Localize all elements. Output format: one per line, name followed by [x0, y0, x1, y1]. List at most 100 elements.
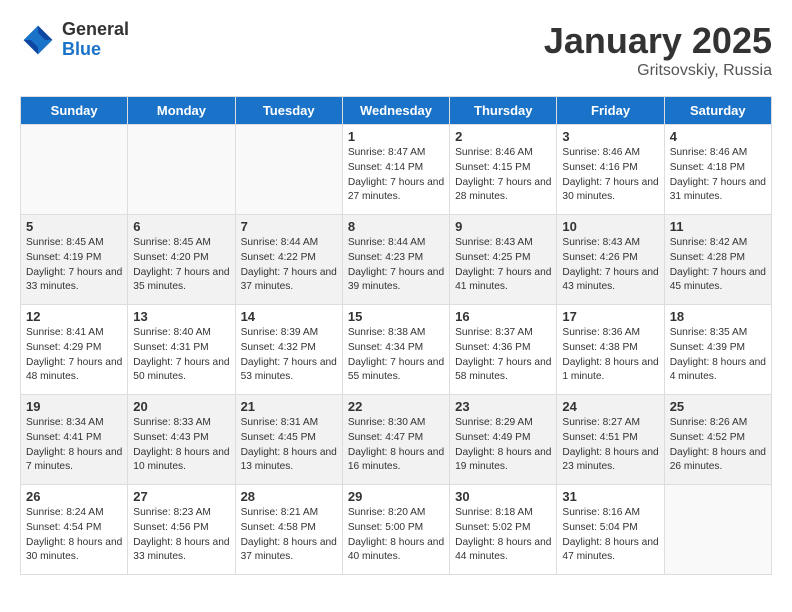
day-number: 2	[455, 129, 551, 144]
cell-content: Sunrise: 8:45 AM Sunset: 4:20 PM Dayligh…	[133, 236, 229, 295]
calendar-cell	[664, 485, 771, 575]
calendar-cell: 26 Sunrise: 8:24 AM Sunset: 4:54 PM Dayli…	[21, 485, 128, 575]
calendar-cell: 28Sunrise: 8:21 AM Sunset: 4:58 PM Dayli…	[235, 485, 342, 575]
cell-content: Sunrise: 8:44 AM Sunset: 4:23 PM Dayligh…	[348, 236, 444, 295]
cell-content: Sunrise: 8:24 AM Sunset: 4:54 PM Dayligh…	[26, 506, 122, 565]
day-number: 1	[348, 129, 444, 144]
calendar-cell: 11Sunrise: 8:42 AM Sunset: 4:28 PM Dayli…	[664, 215, 771, 305]
calendar-cell: 3 Sunrise: 8:46 AM Sunset: 4:16 PM Daylig…	[557, 125, 664, 215]
day-number: 13	[133, 309, 229, 324]
logo-text: General Blue	[62, 20, 129, 60]
weekday-header-saturday: Saturday	[664, 97, 771, 125]
calendar-cell: 21 Sunrise: 8:31 AM Sunset: 4:45 PM Dayli…	[235, 395, 342, 485]
logo-blue: Blue	[62, 40, 129, 60]
calendar-cell: 9 Sunrise: 8:43 AM Sunset: 4:25 PM Daylig…	[450, 215, 557, 305]
day-number: 22	[348, 399, 444, 414]
cell-content: Sunrise: 8:26 AM Sunset: 4:52 PM Dayligh…	[670, 416, 766, 475]
cell-content: Sunrise: 8:44 AM Sunset: 4:22 PM Dayligh…	[241, 236, 337, 295]
day-number: 15	[348, 309, 444, 324]
day-number: 9	[455, 219, 551, 234]
cell-content: Sunrise: 8:20 AM Sunset: 5:00 PM Dayligh…	[348, 506, 444, 565]
cell-content: Sunrise: 8:36 AM Sunset: 4:38 PM Dayligh…	[562, 326, 658, 385]
day-number: 8	[348, 219, 444, 234]
day-number: 29	[348, 489, 444, 504]
weekday-header-wednesday: Wednesday	[342, 97, 449, 125]
calendar-cell: 30Sunrise: 8:18 AM Sunset: 5:02 PM Dayli…	[450, 485, 557, 575]
page-header: General Blue January 2025 Gritsovskiy, R…	[20, 20, 772, 80]
weekday-header-friday: Friday	[557, 97, 664, 125]
day-number: 10	[562, 219, 658, 234]
cell-content: Sunrise: 8:34 AM Sunset: 4:41 PM Dayligh…	[26, 416, 122, 475]
calendar-cell: 1Sunrise: 8:47 AM Sunset: 4:14 PM Daylig…	[342, 125, 449, 215]
day-number: 4	[670, 129, 766, 144]
day-number: 26	[26, 489, 122, 504]
calendar-cell: 17 Sunrise: 8:36 AM Sunset: 4:38 PM Dayli…	[557, 305, 664, 395]
calendar-cell	[21, 125, 128, 215]
calendar-cell: 5Sunrise: 8:45 AM Sunset: 4:19 PM Daylig…	[21, 215, 128, 305]
day-number: 3	[562, 129, 658, 144]
calendar-cell: 12Sunrise: 8:41 AM Sunset: 4:29 PM Dayli…	[21, 305, 128, 395]
calendar-cell	[128, 125, 235, 215]
cell-content: Sunrise: 8:46 AM Sunset: 4:16 PM Dayligh…	[562, 146, 658, 205]
cell-content: Sunrise: 8:33 AM Sunset: 4:43 PM Dayligh…	[133, 416, 229, 475]
title-block: January 2025 Gritsovskiy, Russia	[544, 20, 772, 80]
cell-content: Sunrise: 8:37 AM Sunset: 4:36 PM Dayligh…	[455, 326, 551, 385]
day-number: 5	[26, 219, 122, 234]
calendar-cell: 20 Sunrise: 8:33 AM Sunset: 4:43 PM Dayli…	[128, 395, 235, 485]
calendar-cell: 6Sunrise: 8:45 AM Sunset: 4:20 PM Daylig…	[128, 215, 235, 305]
cell-content: Sunrise: 8:43 AM Sunset: 4:26 PM Dayligh…	[562, 236, 658, 295]
calendar-week-2: 5Sunrise: 8:45 AM Sunset: 4:19 PM Daylig…	[21, 215, 772, 305]
calendar-week-5: 26 Sunrise: 8:24 AM Sunset: 4:54 PM Dayli…	[21, 485, 772, 575]
day-number: 24	[562, 399, 658, 414]
calendar-week-1: 1Sunrise: 8:47 AM Sunset: 4:14 PM Daylig…	[21, 125, 772, 215]
calendar-cell: 27 Sunrise: 8:23 AM Sunset: 4:56 PM Dayli…	[128, 485, 235, 575]
logo-general: General	[62, 20, 129, 40]
cell-content: Sunrise: 8:31 AM Sunset: 4:45 PM Dayligh…	[241, 416, 337, 475]
calendar-cell: 7 Sunrise: 8:44 AM Sunset: 4:22 PM Daylig…	[235, 215, 342, 305]
calendar-cell: 31Sunrise: 8:16 AM Sunset: 5:04 PM Dayli…	[557, 485, 664, 575]
day-number: 21	[241, 399, 337, 414]
calendar-week-3: 12Sunrise: 8:41 AM Sunset: 4:29 PM Dayli…	[21, 305, 772, 395]
cell-content: Sunrise: 8:30 AM Sunset: 4:47 PM Dayligh…	[348, 416, 444, 475]
day-number: 7	[241, 219, 337, 234]
day-number: 20	[133, 399, 229, 414]
cell-content: Sunrise: 8:39 AM Sunset: 4:32 PM Dayligh…	[241, 326, 337, 385]
calendar-cell: 14 Sunrise: 8:39 AM Sunset: 4:32 PM Dayli…	[235, 305, 342, 395]
calendar-cell: 8 Sunrise: 8:44 AM Sunset: 4:23 PM Daylig…	[342, 215, 449, 305]
calendar-cell	[235, 125, 342, 215]
day-number: 27	[133, 489, 229, 504]
day-number: 11	[670, 219, 766, 234]
day-number: 16	[455, 309, 551, 324]
cell-content: Sunrise: 8:40 AM Sunset: 4:31 PM Dayligh…	[133, 326, 229, 385]
day-number: 19	[26, 399, 122, 414]
calendar-cell: 15 Sunrise: 8:38 AM Sunset: 4:34 PM Dayli…	[342, 305, 449, 395]
day-number: 31	[562, 489, 658, 504]
calendar-cell: 2Sunrise: 8:46 AM Sunset: 4:15 PM Daylig…	[450, 125, 557, 215]
calendar-cell: 10 Sunrise: 8:43 AM Sunset: 4:26 PM Dayli…	[557, 215, 664, 305]
day-number: 17	[562, 309, 658, 324]
cell-content: Sunrise: 8:18 AM Sunset: 5:02 PM Dayligh…	[455, 506, 551, 565]
cell-content: Sunrise: 8:46 AM Sunset: 4:18 PM Dayligh…	[670, 146, 766, 205]
cell-content: Sunrise: 8:29 AM Sunset: 4:49 PM Dayligh…	[455, 416, 551, 475]
weekday-header-monday: Monday	[128, 97, 235, 125]
calendar-cell: 22 Sunrise: 8:30 AM Sunset: 4:47 PM Dayli…	[342, 395, 449, 485]
day-number: 12	[26, 309, 122, 324]
day-number: 25	[670, 399, 766, 414]
day-number: 23	[455, 399, 551, 414]
cell-content: Sunrise: 8:27 AM Sunset: 4:51 PM Dayligh…	[562, 416, 658, 475]
weekday-header-row: SundayMondayTuesdayWednesdayThursdayFrid…	[21, 97, 772, 125]
calendar-cell: 19 Sunrise: 8:34 AM Sunset: 4:41 PM Dayli…	[21, 395, 128, 485]
day-number: 18	[670, 309, 766, 324]
weekday-header-thursday: Thursday	[450, 97, 557, 125]
location: Gritsovskiy, Russia	[544, 62, 772, 80]
cell-content: Sunrise: 8:38 AM Sunset: 4:34 PM Dayligh…	[348, 326, 444, 385]
cell-content: Sunrise: 8:23 AM Sunset: 4:56 PM Dayligh…	[133, 506, 229, 565]
day-number: 28	[241, 489, 337, 504]
calendar-cell: 18 Sunrise: 8:35 AM Sunset: 4:39 PM Dayli…	[664, 305, 771, 395]
calendar-cell: 25 Sunrise: 8:26 AM Sunset: 4:52 PM Dayli…	[664, 395, 771, 485]
cell-content: Sunrise: 8:43 AM Sunset: 4:25 PM Dayligh…	[455, 236, 551, 295]
month-title: January 2025	[544, 20, 772, 62]
cell-content: Sunrise: 8:35 AM Sunset: 4:39 PM Dayligh…	[670, 326, 766, 385]
logo: General Blue	[20, 20, 129, 60]
day-number: 14	[241, 309, 337, 324]
